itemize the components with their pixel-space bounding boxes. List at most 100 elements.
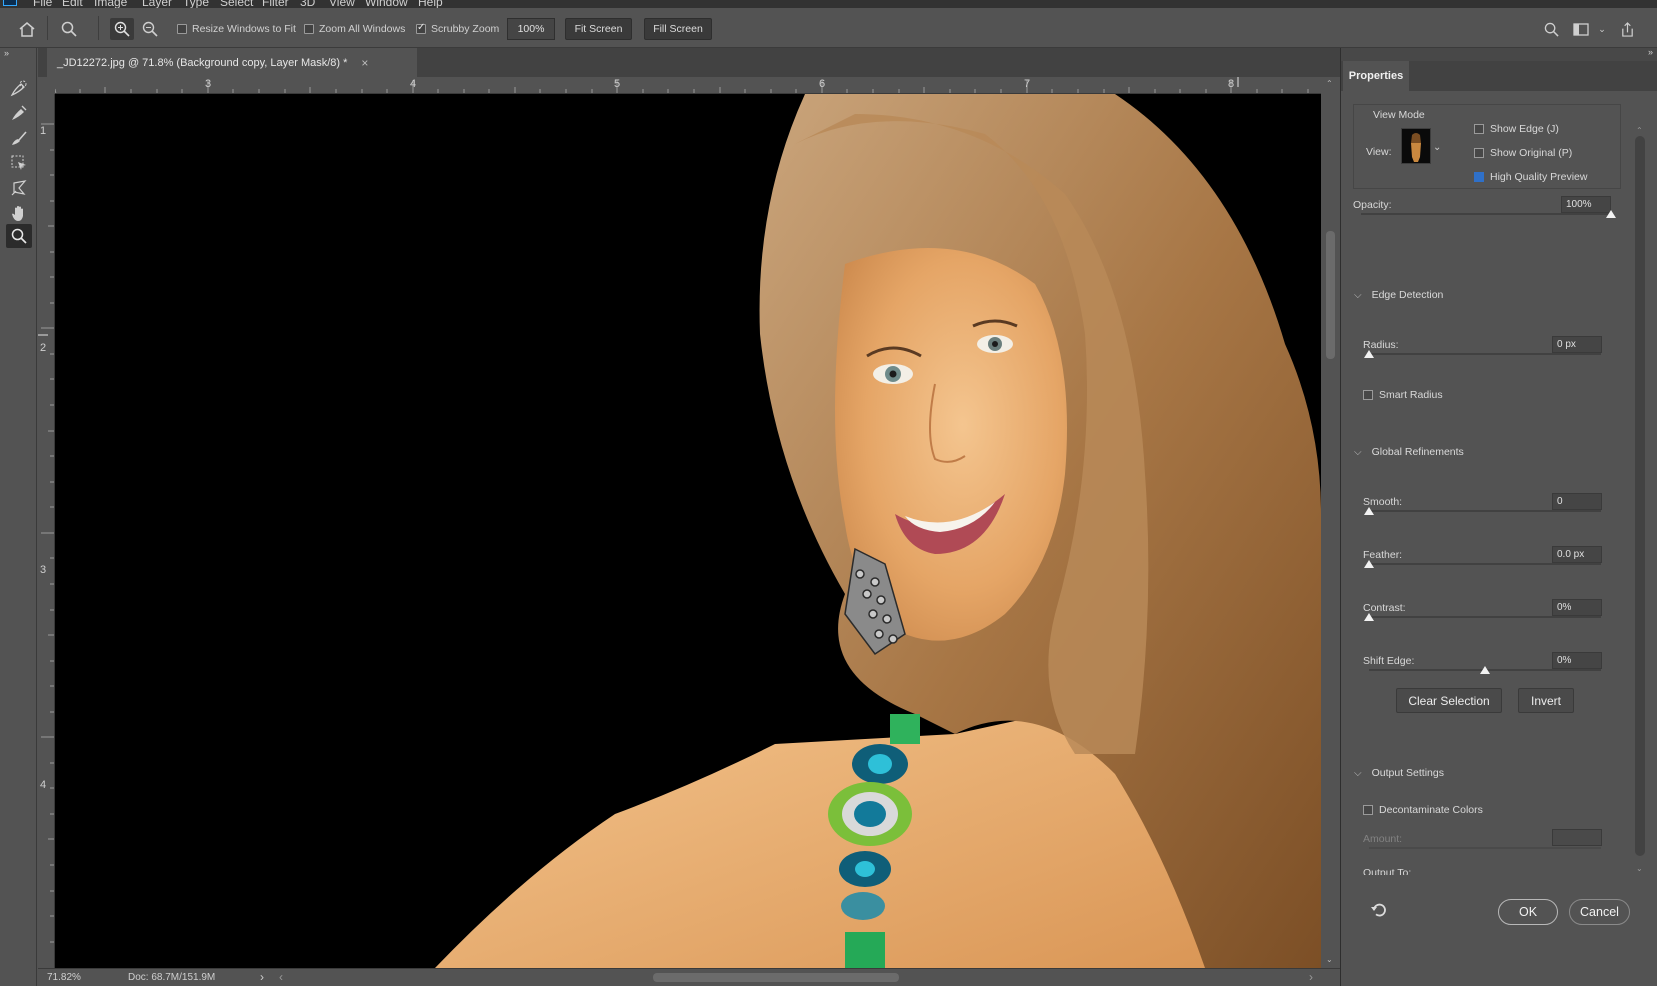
cancel-button[interactable]: Cancel [1569,899,1630,925]
chevron-down-icon: ⌵ [1354,289,1362,301]
shift-edge-slider-knob[interactable] [1480,666,1490,674]
scroll-up-icon[interactable]: ⌃ [1636,126,1643,135]
feather-slider-track[interactable] [1369,563,1601,565]
global-refinements-section[interactable]: ⌵ Global Refinements [1354,446,1464,458]
show-original-checkbox[interactable]: Show Original (P) [1474,147,1572,159]
menu-help[interactable]: Help [418,0,443,8]
horizontal-scrollbar-thumb[interactable] [653,973,899,982]
ok-button[interactable]: OK [1498,899,1558,925]
fill-screen-button[interactable]: Fill Screen [644,18,712,40]
checkbox-box[interactable] [416,22,426,34]
checkbox-box[interactable] [1474,148,1484,158]
menu-layer[interactable]: Layer [142,0,172,8]
hand-tool-icon[interactable] [6,201,32,225]
horizontal-ruler: 3 4 5 6 7 8 [55,77,1321,94]
menu-3d[interactable]: 3D [300,0,315,8]
output-settings-section[interactable]: ⌵ Output Settings [1354,767,1444,779]
opacity-slider-knob[interactable] [1606,210,1616,218]
zoom-tool-icon[interactable] [6,224,32,248]
clear-selection-button[interactable]: Clear Selection [1396,688,1502,713]
view-mode-thumbnail[interactable] [1401,128,1431,164]
chevron-down-icon[interactable]: ⌄ [1592,19,1612,39]
document-canvas[interactable] [55,94,1321,968]
zoom-out-icon[interactable] [140,19,160,39]
document-tab[interactable]: _JD12272.jpg @ 71.8% (Background copy, L… [47,48,417,77]
smart-radius-checkbox[interactable]: Smart Radius [1363,389,1443,401]
status-menu-arrow-icon[interactable]: › [260,970,264,984]
menu-select[interactable]: Select [220,0,253,8]
menu-file[interactable]: File [33,0,52,8]
scroll-down-icon[interactable]: ⌄ [1326,955,1333,964]
edge-detection-section[interactable]: ⌵ Edge Detection [1354,289,1443,301]
document-size: Doc: 68.7M/151.9M [128,972,216,983]
checkbox-box[interactable] [304,24,314,34]
collapse-arrows-icon[interactable]: » [4,48,9,58]
decontaminate-colors-checkbox[interactable]: Decontaminate Colors [1363,804,1483,816]
collapse-panel-icon[interactable]: » [1648,47,1653,57]
feather-slider-knob[interactable] [1364,560,1374,568]
checkbox-box[interactable] [1474,124,1484,134]
scroll-up-icon[interactable]: ⌃ [1326,79,1333,88]
properties-scrollbar[interactable]: ⌃ ⌄ [1635,126,1645,986]
resize-windows-checkbox[interactable]: Resize Windows to Fit [177,23,296,35]
menu-edit[interactable]: Edit [62,0,83,8]
menu-image[interactable]: Image [94,0,127,8]
contrast-field[interactable]: 0% [1552,599,1602,616]
menu-window[interactable]: Window [365,0,408,8]
zoom-level[interactable]: 71.82% [47,972,81,983]
zoom-percentage-field[interactable]: 100% [507,18,555,40]
checkbox-box[interactable] [1363,390,1373,400]
invert-button[interactable]: Invert [1518,688,1574,713]
close-tab-icon[interactable]: × [361,56,368,70]
contrast-slider-knob[interactable] [1364,613,1374,621]
view-dropdown-chevron-icon[interactable]: ⌄ [1433,142,1441,153]
workspace-icon[interactable] [1571,19,1591,39]
zoom-tool-icon[interactable] [59,19,79,39]
opacity-field[interactable]: 100% [1561,196,1611,213]
scroll-left-icon[interactable]: ‹ [279,970,283,984]
home-icon[interactable] [17,19,37,39]
menu-type[interactable]: Type [183,0,209,8]
high-quality-preview-checkbox[interactable]: High Quality Preview [1474,171,1587,183]
menu-filter[interactable]: Filter [262,0,289,8]
lasso-tool-icon[interactable] [6,176,32,200]
shift-edge-label: Shift Edge: [1363,655,1415,667]
scrollbar-thumb[interactable] [1326,231,1335,359]
quick-selection-brush-icon[interactable] [6,76,32,100]
checkbox-box[interactable] [1474,172,1484,182]
shift-edge-field[interactable]: 0% [1552,652,1602,669]
zoom-all-windows-checkbox[interactable]: Zoom All Windows [304,23,405,35]
brush-tool-icon[interactable] [6,126,32,150]
object-selection-icon[interactable] [6,151,32,175]
radius-slider-knob[interactable] [1364,350,1374,358]
contrast-slider-track[interactable] [1369,616,1601,618]
smooth-slider-track[interactable] [1369,510,1601,512]
radius-field[interactable]: 0 px [1552,336,1602,353]
tab-properties[interactable]: Properties [1343,61,1409,91]
opacity-slider-track[interactable] [1361,213,1611,215]
scroll-right-icon[interactable]: › [1309,970,1313,984]
fit-screen-button[interactable]: Fit Screen [565,18,632,40]
document-tab-bar: _JD12272.jpg @ 71.8% (Background copy, L… [38,48,1340,77]
canvas-vertical-scrollbar[interactable]: ⌃ ⌄ [1321,77,1340,968]
checkbox-box[interactable] [177,24,187,34]
vertical-ruler: 1 2 3 4 [38,94,55,968]
share-icon[interactable] [1617,19,1637,39]
zoom-in-icon[interactable] [110,18,134,40]
scrubby-zoom-checkbox[interactable]: Scrubby Zoom [416,22,499,35]
search-icon[interactable] [1541,19,1561,39]
menu-view[interactable]: View [329,0,355,8]
feather-field[interactable]: 0.0 px [1552,546,1602,563]
smooth-field[interactable]: 0 [1552,493,1602,510]
refine-edge-brush-icon[interactable] [6,101,32,125]
reset-icon[interactable] [1370,901,1390,921]
ruler-label: 8 [1228,78,1235,90]
status-bar: 71.82% Doc: 68.7M/151.9M › ‹ › [38,968,1340,986]
scrollbar-thumb[interactable] [1635,136,1645,856]
scroll-down-icon[interactable]: ⌄ [1636,864,1643,873]
smooth-slider-knob[interactable] [1364,507,1374,515]
edge-detection-title: Edge Detection [1371,289,1444,301]
checkbox-box[interactable] [1363,805,1373,815]
show-edge-checkbox[interactable]: Show Edge (J) [1474,123,1559,135]
radius-slider-track[interactable] [1369,353,1601,355]
